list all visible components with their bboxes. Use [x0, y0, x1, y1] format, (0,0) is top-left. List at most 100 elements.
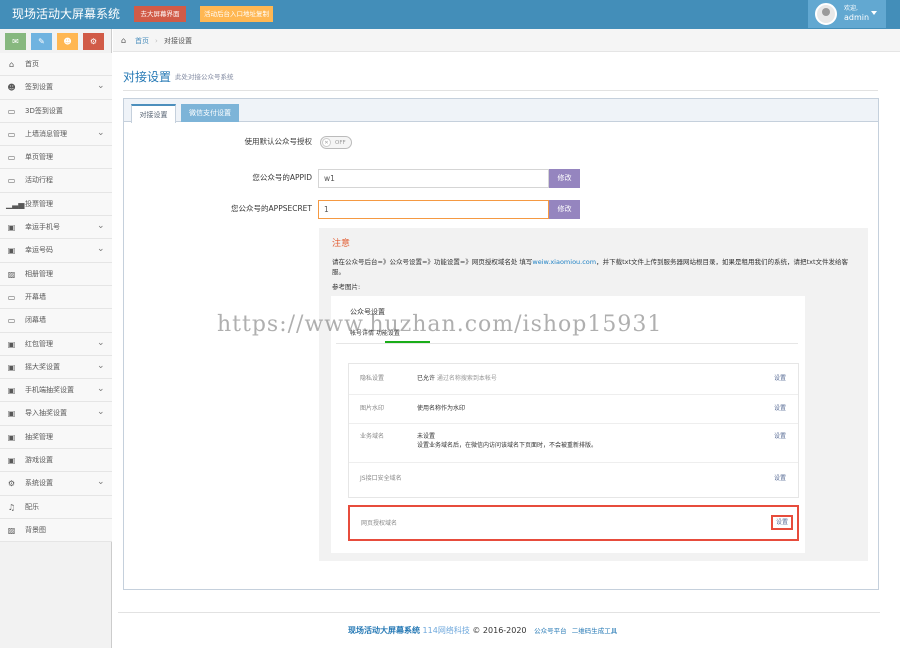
sidebar-item-label: 游戏设置 [25, 456, 53, 465]
go-big-screen-button[interactable]: 去大屏幕界面 [134, 6, 186, 22]
sidebar-item-11[interactable]: ▭ 闭幕墙 [0, 309, 112, 333]
desktop-icon: ▭ [7, 292, 16, 302]
footer-divider [118, 612, 880, 613]
ref-row-key: JS接口安全域名 [360, 475, 402, 482]
desktop-icon: ▭ [7, 176, 16, 186]
watermark: https://www.huzhan.com/ishop15931 [217, 312, 663, 337]
sidebar-item-4[interactable]: ▭ 单页管理 [0, 146, 112, 170]
breadcrumb-home[interactable]: 首页 [135, 37, 149, 46]
edit-appid-button[interactable]: 修改 [549, 169, 580, 188]
brand-title[interactable]: 现场活动大屏幕系统 [12, 6, 120, 22]
notice-domain: weiw.xiaomiou.com [532, 258, 597, 266]
sidebar-item-label: 活动行程 [25, 176, 53, 185]
home-icon: ⌂ [8, 60, 15, 69]
gift-icon: ▣ [7, 432, 16, 442]
pencil-icon[interactable]: ✎ [31, 33, 52, 50]
user-menu[interactable]: 欢迎, admin [808, 0, 886, 28]
sidebar-item-3[interactable]: ▭ 上墙消息管理 ⌄ [0, 122, 112, 147]
sidebar-item-12[interactable]: ▣ 红包管理 ⌄ [0, 332, 112, 356]
sidebar-item-18[interactable]: ⚙ 系统设置 ⌄ [0, 472, 112, 496]
cogs-icon[interactable]: ⚙ [83, 33, 104, 50]
sidebar-item-9[interactable]: ▨ 相册管理 [0, 262, 112, 286]
ref-highlight-key: 网页授权域名 [361, 520, 398, 527]
caret-down-icon [871, 11, 877, 15]
users-icon[interactable]: ☻ [57, 33, 78, 50]
sidebar-item-label: 相册管理 [25, 269, 53, 278]
sidebar-item-10[interactable]: ▭ 开幕墙 [0, 285, 112, 310]
ref-row-action: 设置 [774, 375, 787, 382]
copy-login-url-button[interactable]: 活动后台入口地址复制 [200, 6, 273, 22]
tab-wechat-pay-settings[interactable]: 微信支付设置 [181, 104, 239, 122]
chevron-down-icon[interactable]: ⌄ [97, 338, 105, 348]
chevron-down-icon[interactable]: ⌄ [97, 128, 105, 138]
chevron-down-icon[interactable]: ⌄ [97, 245, 105, 254]
tab-connect-settings[interactable]: 对接设置 [131, 104, 176, 123]
sidebar-item-label: 闭幕墙 [25, 316, 46, 325]
footer-link-mp[interactable]: 公众号平台 [534, 627, 567, 635]
sidebar-item-label: 幸运手机号 [25, 223, 60, 232]
settings-panel: 对接设置 微信支付设置 使用默认公众号授权 ✕ OFF 您公众号的APPID 修… [123, 98, 879, 590]
appid-input[interactable] [318, 169, 549, 188]
sidebar-shortcuts: ✉ ✎ ☻ ⚙ [0, 29, 112, 53]
ref-row-key: 图片水印 [360, 405, 385, 412]
chevron-down-icon[interactable]: ⌄ [97, 82, 105, 91]
sidebar-item-5[interactable]: ▭ 活动行程 [0, 169, 112, 193]
sidebar-item-label: 系统设置 [25, 479, 53, 488]
chevron-down-icon[interactable]: ⌄ [97, 478, 105, 487]
sidebar-item-label: 抽奖管理 [25, 432, 53, 441]
ref-row-value: 使用名称作为水印 [417, 405, 466, 412]
sidebar-item-label: 幸运号码 [25, 246, 53, 255]
sidebar-item-0[interactable]: ⌂ 首页 [0, 53, 112, 77]
users-icon: ☻ [7, 83, 16, 93]
gift-icon: ▣ [7, 246, 16, 256]
reference-label: 参考图片: [332, 283, 361, 291]
gift-icon: ▣ [7, 409, 16, 419]
default-auth-toggle[interactable]: ✕ OFF [320, 136, 352, 149]
sidebar-item-label: 3D签到设置 [25, 106, 63, 115]
sidebar-item-2[interactable]: ▭ 3D签到设置 [0, 99, 112, 123]
desktop-icon: ▭ [7, 106, 16, 116]
notice-box: 注意 请在公众号后台=》公众号设置=》功能设置=》网页授权域名处 填写weiw.… [319, 228, 868, 561]
sidebar-item-15[interactable]: ▣ 导入抽奖设置 ⌄ [0, 402, 112, 426]
ref-highlight-row: 网页授权域名 设置 [348, 505, 799, 541]
gift-icon: ▣ [7, 339, 16, 349]
ref-row-value: 已允许 通过名称搜索到本帐号 [417, 375, 497, 383]
footer-brand: 现场活动大屏幕系统 [348, 626, 420, 635]
sidebar-item-1[interactable]: ☻ 签到设置 ⌄ [0, 76, 112, 100]
sidebar-item-20[interactable]: ▨ 背景图 [0, 518, 112, 543]
sidebar-item-7[interactable]: ▣ 幸运手机号 ⌄ [0, 216, 112, 240]
sidebar-item-label: 摇大奖设置 [25, 362, 60, 371]
home-icon[interactable]: ⌂ [121, 36, 126, 45]
comment-icon[interactable]: ✉ [5, 33, 26, 50]
ref-row: JS接口安全域名 设置 [349, 463, 798, 497]
gift-icon: ▣ [7, 223, 16, 233]
sidebar-item-8[interactable]: ▣ 幸运号码 ⌄ [0, 239, 112, 263]
sidebar-item-label: 上墙消息管理 [25, 129, 67, 138]
desktop-icon: ▭ [7, 153, 16, 163]
ref-row: 图片水印 使用名称作为水印 设置 [349, 395, 798, 424]
sidebar-item-13[interactable]: ▣ 摇大奖设置 ⌄ [0, 355, 112, 380]
sidebar-item-label: 背景图 [25, 525, 46, 534]
chevron-down-icon[interactable]: ⌄ [97, 361, 105, 371]
breadcrumb: ⌂ 首页 › 对接设置 [113, 29, 900, 52]
sidebar-item-16[interactable]: ▣ 抽奖管理 [0, 425, 112, 450]
signal-icon: ▁▃▅ [6, 199, 25, 209]
music-icon: ♫ [7, 502, 16, 512]
ref-row-note: 设置业务域名后，在微信内访问该域名下页面时，不会被重新排版。 [417, 442, 598, 449]
default-auth-label: 使用默认公众号授权 [244, 137, 313, 146]
chevron-down-icon[interactable]: ⌄ [97, 408, 105, 417]
footer-link-qrcode[interactable]: 二维码生成工具 [572, 627, 618, 635]
sidebar: ✉ ✎ ☻ ⚙ ⌂ 首页 ☻ 签到设置 ⌄ ▭ 3D签到设置 ▭ 上墙消息管理 ⌄ ▭ 单页管理 ▭ 活动… [0, 29, 112, 648]
sidebar-item-6[interactable]: ▁▃▅ 投票管理 [0, 192, 112, 217]
sidebar-item-19[interactable]: ♫ 配乐 [0, 495, 112, 519]
ref-row-action: 设置 [774, 433, 787, 440]
appid-label: 您公众号的APPID [252, 173, 312, 182]
chevron-down-icon[interactable]: ⌄ [97, 222, 105, 231]
sidebar-item-14[interactable]: ▣ 手机端抽奖设置 ⌄ [0, 379, 112, 403]
notice-text: 请在公众号后台=》公众号设置=》功能设置=》网页授权域名处 填写weiw.xia… [332, 257, 858, 277]
chevron-down-icon[interactable]: ⌄ [97, 385, 105, 394]
sidebar-item-17[interactable]: ▣ 游戏设置 [0, 449, 112, 473]
sidebar-item-label: 投票管理 [25, 199, 53, 208]
appsecret-input[interactable] [318, 200, 549, 219]
edit-appsecret-button[interactable]: 修改 [549, 200, 580, 219]
